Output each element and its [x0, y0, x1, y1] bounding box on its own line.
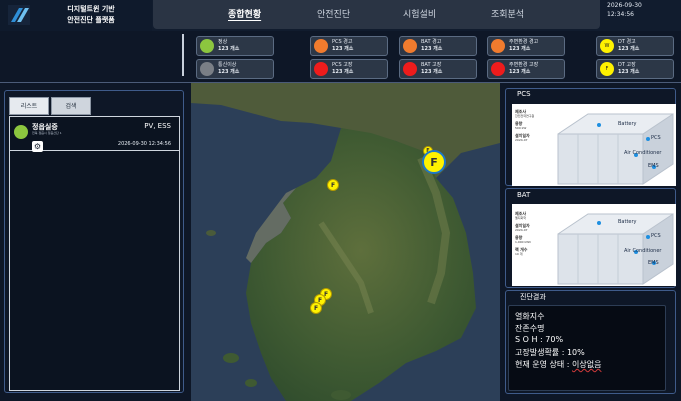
divider — [182, 34, 184, 76]
label-air-conditioner: Air Conditioner — [624, 248, 662, 254]
status-bat-warning[interactable]: BAT 경고 123 개소 — [399, 36, 477, 56]
main-nav: 종합현황 안전진단 시험설비 조회분석 — [153, 0, 600, 29]
status-bat-fault[interactable]: BAT 고장 123 개소 — [399, 59, 477, 79]
status-dt-fault[interactable]: F DT 고장 123 개소 — [596, 59, 674, 79]
label-air-conditioner: Air Conditioner — [624, 150, 662, 156]
label-pcs: PCS — [651, 135, 661, 141]
status-dt-warning[interactable]: W DT 경고 123 개소 — [596, 36, 674, 56]
korea-map-image — [191, 83, 500, 401]
normal-status-icon — [200, 39, 214, 53]
app-root: 디지털트윈 기반 안전진단 플랫폼 종합현황 안전진단 시험설비 조회분석 20… — [0, 0, 681, 401]
label-ems: EMS — [648, 260, 659, 266]
pcs-card[interactable]: 제조사 한전전력연구원 용량 500 kW 설치일자 2024-07 Battery … — [512, 104, 676, 186]
status-env-warning[interactable]: 주변환경 경고 123 개소 — [487, 36, 565, 56]
nav-item-overview[interactable]: 종합현황 — [228, 7, 261, 20]
nav-item-test-equipment[interactable]: 시험설비 — [403, 7, 436, 20]
site-marker[interactable]: F — [327, 179, 339, 191]
label-battery: Battery — [618, 121, 637, 127]
logo[interactable]: 디지털트윈 기반 안전진단 플랫폼 — [0, 0, 152, 31]
tab-list[interactable]: 리스트 — [9, 97, 49, 115]
pcs-warning-icon — [314, 39, 328, 53]
pcs-title: PCS — [517, 90, 531, 98]
result-line: 고장발생확률 : 10% — [515, 348, 585, 357]
site-timestamp: 2026-09-30 12:34:56 — [117, 141, 171, 147]
status-normal[interactable]: 정상 123 개소 — [196, 36, 274, 56]
diagnosis-title: 진단결과 — [520, 293, 546, 301]
site-type: PV, ESS — [144, 122, 171, 130]
dt-warning-icon: W — [600, 39, 614, 53]
bat-fault-icon — [403, 62, 417, 76]
pcs-fault-icon — [314, 62, 328, 76]
header: 디지털트윈 기반 안전진단 플랫폼 종합현황 안전진단 시험설비 조회분석 20… — [0, 0, 681, 31]
dt-fault-icon: F — [600, 62, 614, 76]
bat-title: BAT — [517, 191, 531, 199]
tab-search[interactable]: 검색 — [51, 97, 91, 115]
label-ems: EMS — [648, 163, 659, 169]
label-battery: Battery — [618, 219, 637, 225]
normal-status-icon — [14, 125, 28, 139]
status-comm-error[interactable]: 통신이상 123 개소 — [196, 59, 274, 79]
env-fault-icon — [491, 62, 505, 76]
pcs-meta: 제조사 한전전력연구원 용량 500 kW 설치일자 2024-07 — [515, 109, 535, 143]
result-line: 현재 운영 상태 : 이상없음 — [515, 360, 602, 369]
result-line: 열화지수 — [515, 312, 545, 321]
site-marker[interactable]: F — [310, 302, 322, 314]
nav-item-safety-diagnosis[interactable]: 안전진단 — [317, 7, 350, 20]
site-list-panel: 리스트 검색 정읍실증 전북 정읍시 정읍산단 1 PV, ESS ⚙ 2026… — [4, 90, 184, 393]
current-datetime: 2026-09-30 12:34:56 — [607, 2, 642, 18]
logo-icon — [8, 5, 30, 25]
ess-container-image — [557, 213, 674, 285]
app-title: 디지털트윈 기반 안전진단 플랫폼 — [67, 5, 115, 24]
env-warning-icon — [491, 39, 505, 53]
comm-error-status-icon — [200, 62, 214, 76]
site-list: 정읍실증 전북 정읍시 정읍산단 1 PV, ESS ⚙ 2026-09-30 … — [9, 116, 180, 391]
list-item[interactable]: 정읍실증 전북 정읍시 정읍산단 1 PV, ESS ⚙ 2026-09-30 … — [10, 117, 179, 152]
gear-icon[interactable]: ⚙ — [32, 141, 43, 152]
status-pcs-warning[interactable]: PCS 경고 123 개소 — [310, 36, 388, 56]
site-marker-selected[interactable]: F — [422, 150, 446, 174]
ess-container-image — [557, 113, 674, 185]
label-pcs: PCS — [651, 233, 661, 239]
diagnosis-result: 열화지수 잔존수명 S O H : 70% 고장발생확률 : 10% 현재 운영… — [508, 305, 666, 391]
result-line: 잔존수명 — [515, 324, 545, 333]
bat-meta: 제조사 엘지화학 설치일자 2024-07 용량 1,000 kWh 랙 개수 10 개 — [515, 211, 532, 257]
bat-warning-icon — [403, 39, 417, 53]
satellite-map[interactable]: F F F F F F — [191, 83, 500, 401]
status-env-fault[interactable]: 주변환경 고장 123 개소 — [487, 59, 565, 79]
status-pcs-fault[interactable]: PCS 고장 123 개소 — [310, 59, 388, 79]
result-line: S O H : 70% — [515, 335, 564, 344]
nav-item-query-analysis[interactable]: 조회분석 — [491, 7, 524, 20]
bat-card[interactable]: 제조사 엘지화학 설치일자 2024-07 용량 1,000 kWh 랙 개수 10 개… — [512, 204, 676, 286]
site-address: 전북 정읍시 정읍산단 1 — [32, 131, 62, 135]
